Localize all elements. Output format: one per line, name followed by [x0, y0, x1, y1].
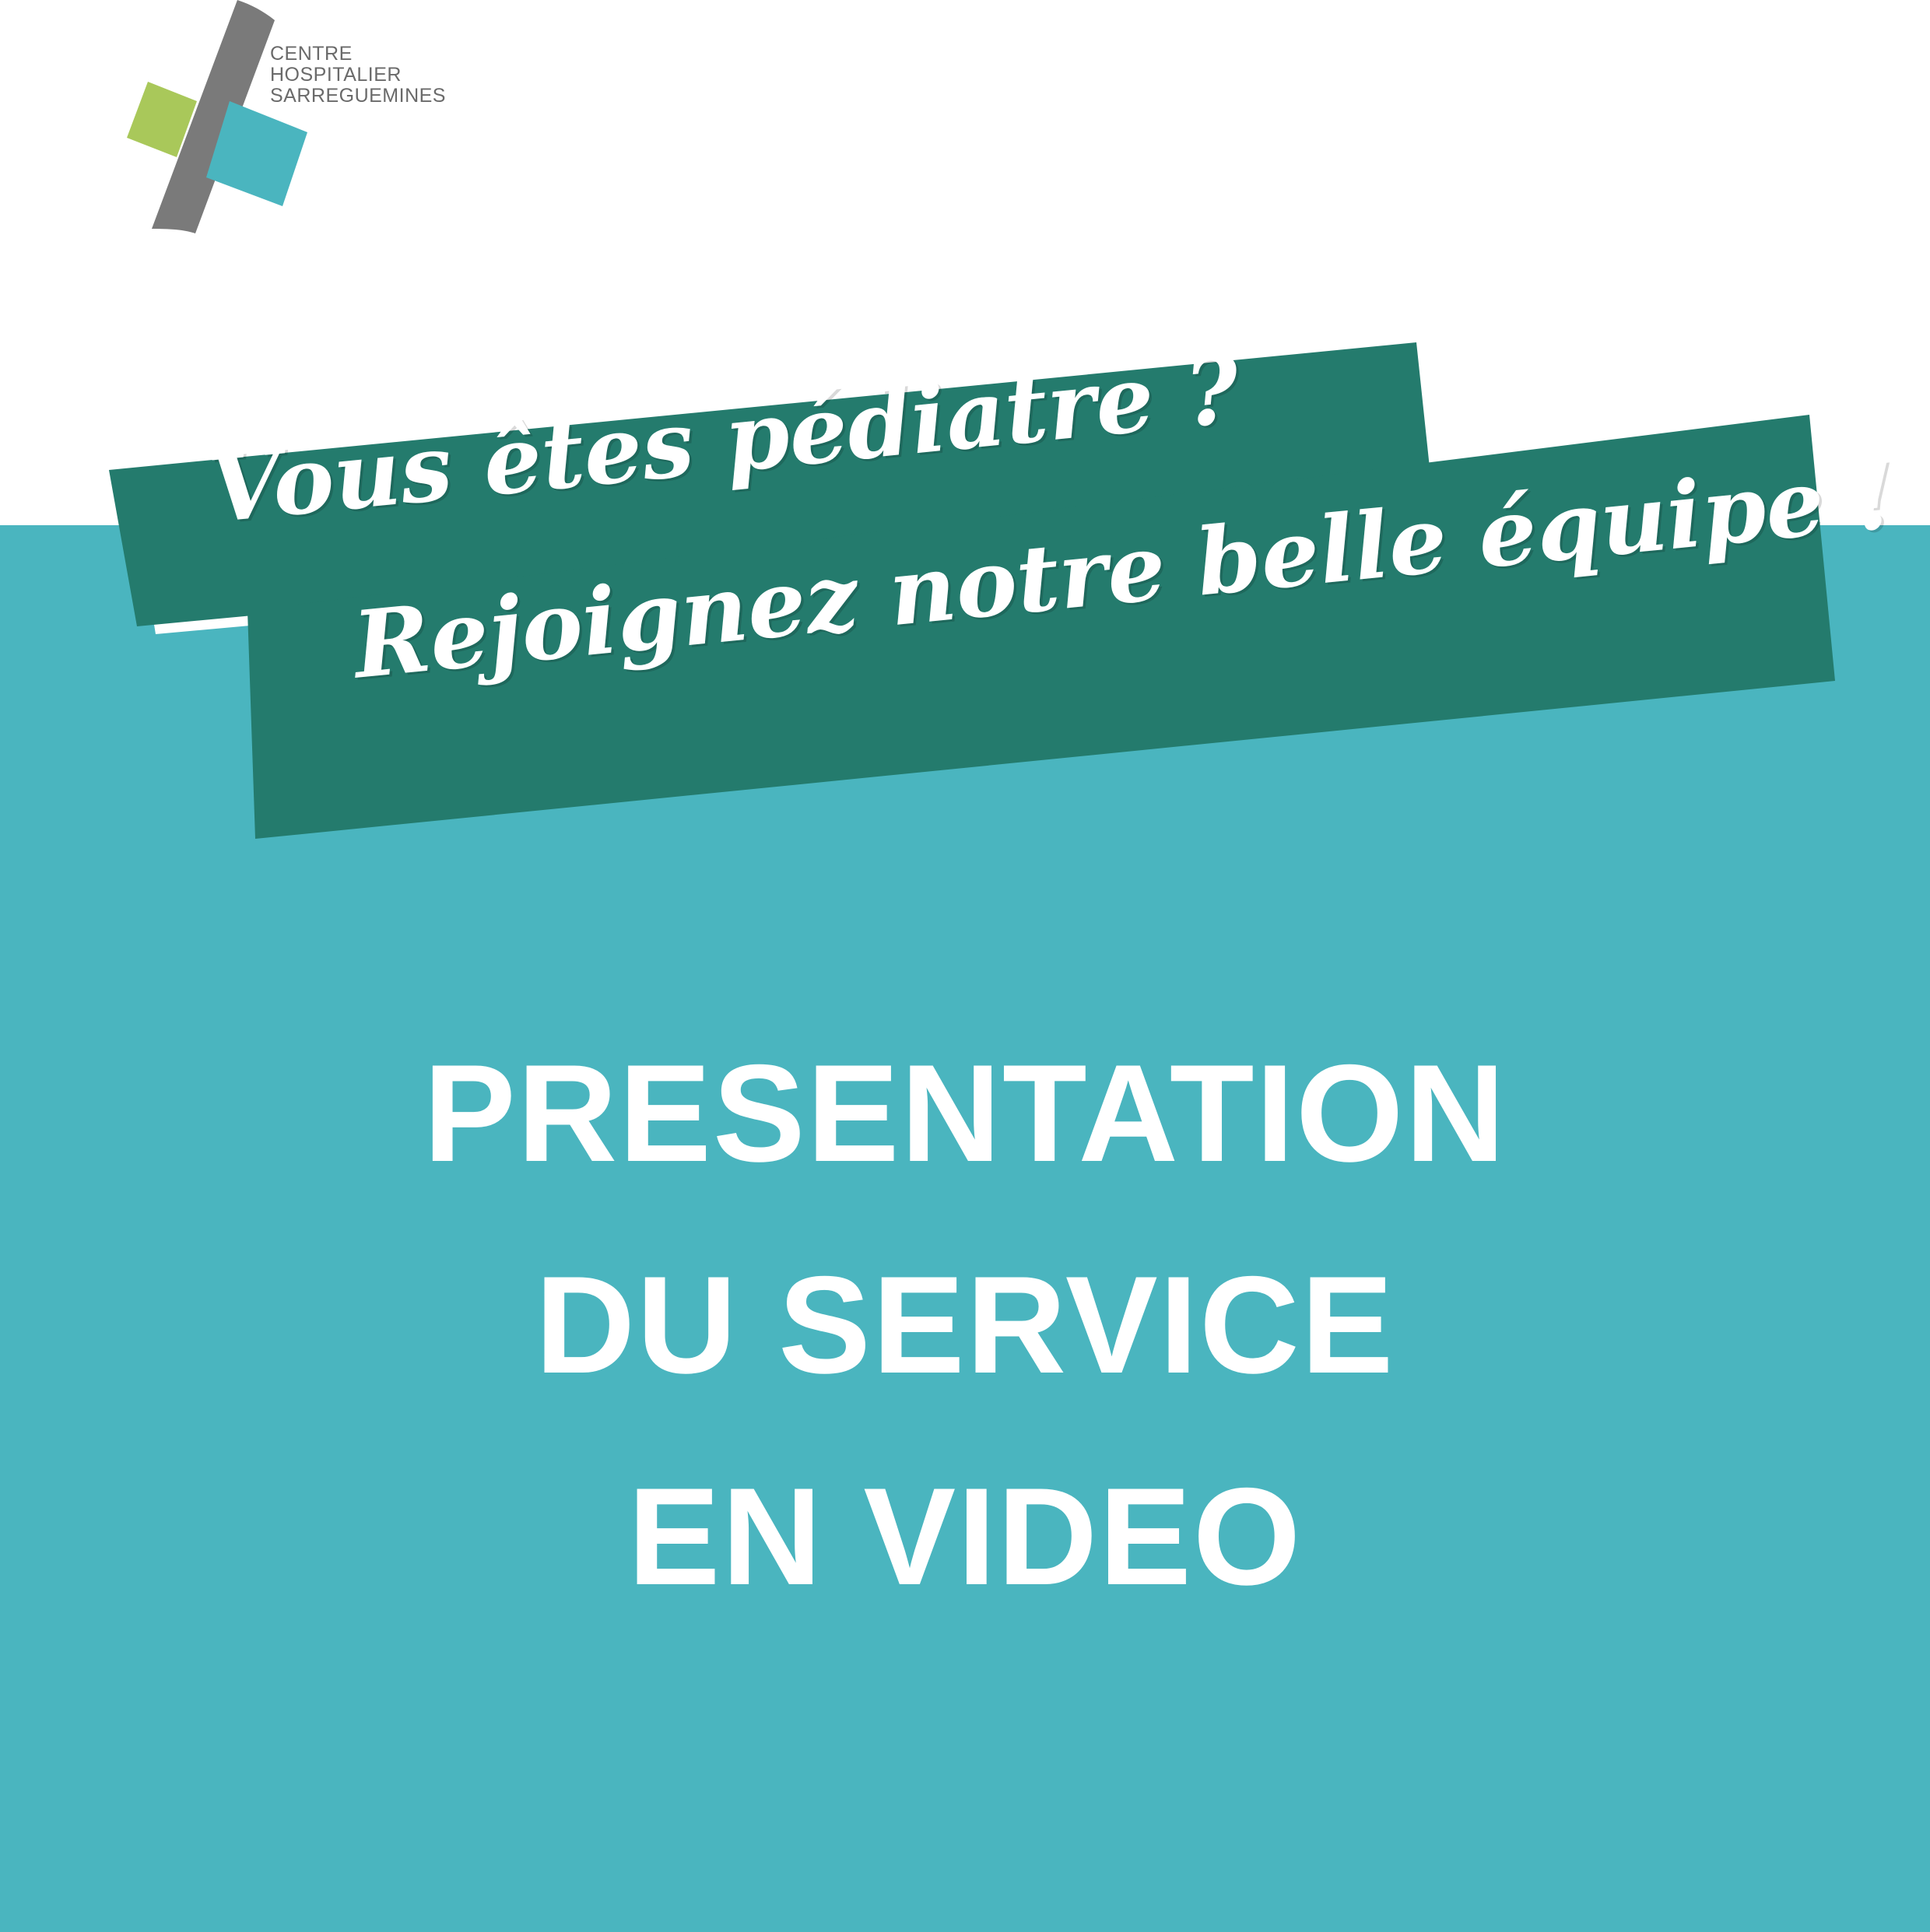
title-line-2: DU SERVICE [535, 1247, 1395, 1402]
title-line-3: EN VIDEO [627, 1459, 1303, 1614]
title-line-1: PRESENTATION [423, 1036, 1507, 1190]
video-title: PRESENTATION DU SERVICE EN VIDEO [0, 1008, 1930, 1643]
